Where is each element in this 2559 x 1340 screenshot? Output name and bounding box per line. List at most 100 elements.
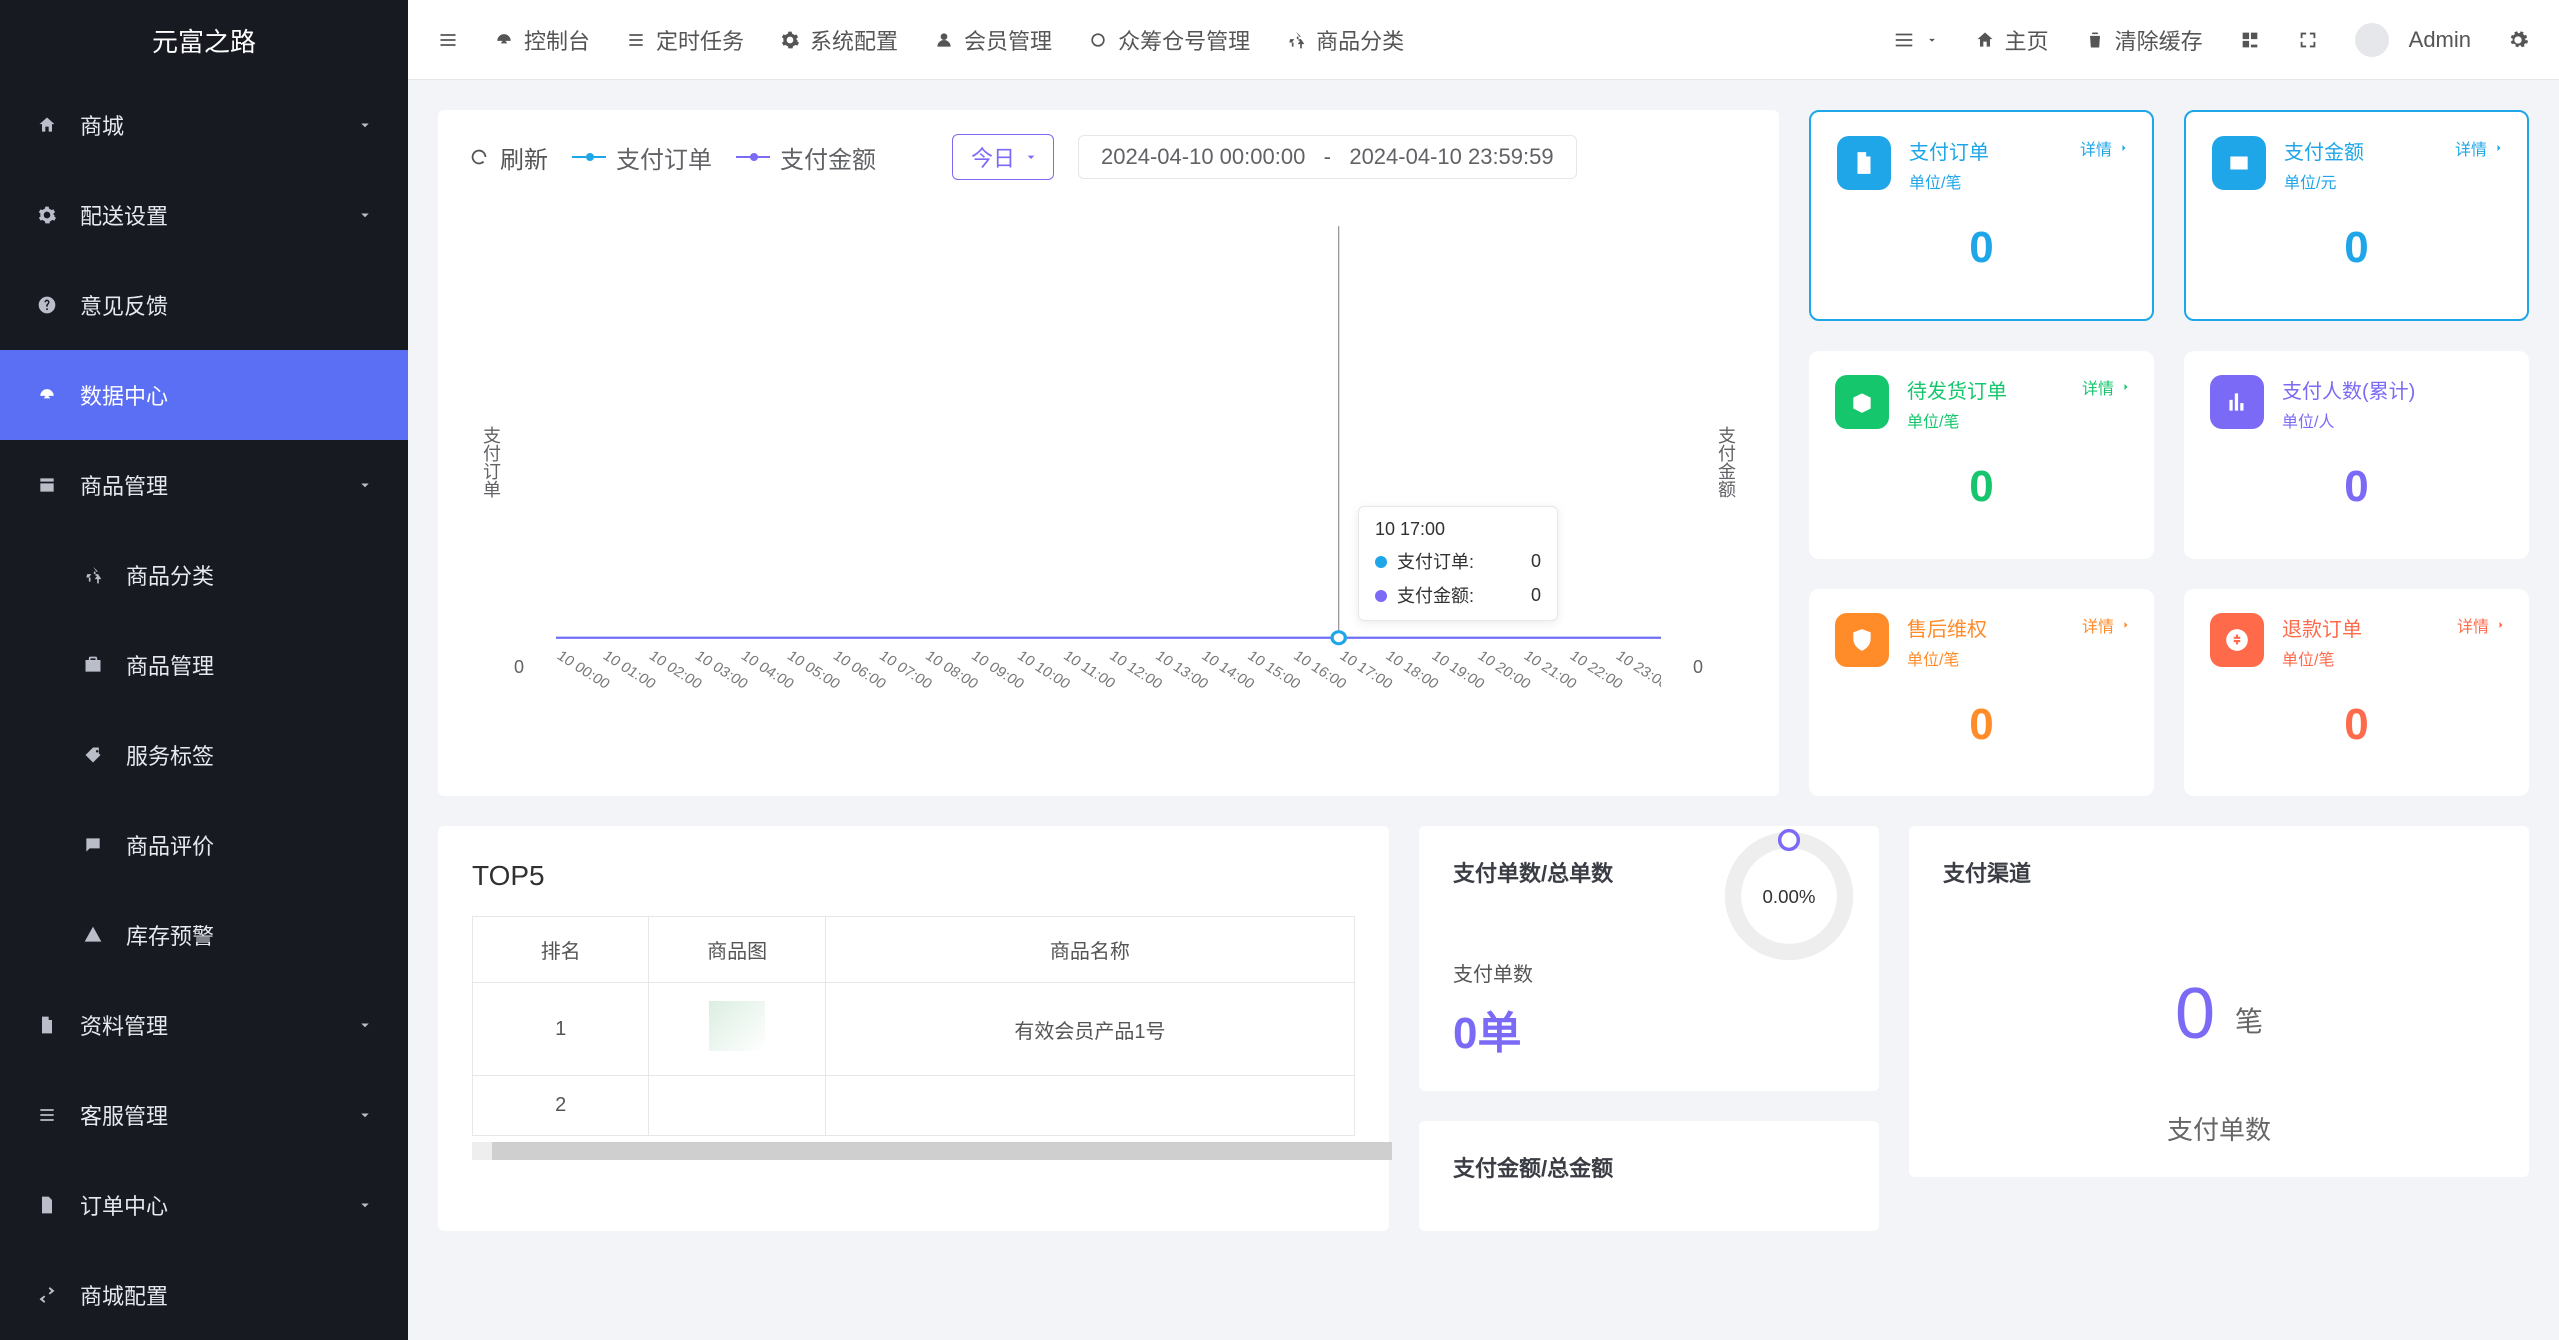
dot-icon [1375, 556, 1387, 568]
ratio-value: 0单 [1453, 997, 1845, 1061]
list-icon [626, 30, 646, 50]
user-icon [934, 30, 954, 50]
chevron-down-icon [1023, 149, 1039, 165]
bar-icon [2210, 375, 2264, 429]
chart-plot[interactable]: 支付订单 支付金额 0 0 10 00:0010 01:0010 02:0010… [468, 186, 1749, 786]
sidebar-item-1[interactable]: 配送设置 [0, 170, 408, 260]
sidebar-item-label: 商品管理 [80, 469, 168, 501]
topbar-icon-fullscreen[interactable] [2279, 0, 2337, 80]
sidebar-item-3[interactable]: 数据中心 [0, 350, 408, 440]
sidebar-item-8[interactable]: 商品评价 [0, 800, 408, 890]
stat-value: 0 [2210, 700, 2503, 750]
topbar-icon-settings[interactable] [2489, 0, 2547, 80]
topnav-item-1[interactable]: 控制台 [476, 0, 608, 80]
svg-text:0.00%: 0.00% [1763, 886, 1816, 907]
chart-toolbar: 刷新 支付订单 支付金额 今日 [468, 134, 1749, 180]
sidebar-item-4[interactable]: 商品管理 [0, 440, 408, 530]
stat-card-4: 售后维权单位/笔详情 0 [1809, 589, 2154, 796]
suit-icon [80, 655, 106, 675]
y-axis-right-tick: 0 [1693, 657, 1703, 678]
stat-value: 0 [1835, 700, 2128, 750]
stat-value: 0 [1837, 223, 2126, 273]
y-axis-right-label: 支付金额 [1713, 426, 1739, 498]
table-row[interactable]: 2 [473, 1076, 1355, 1136]
ratio-title: 支付金额/总金额 [1453, 1151, 1845, 1183]
sidebar-item-0[interactable]: 商城 [0, 80, 408, 170]
chevron-down-icon [356, 206, 374, 224]
top5-col-0: 排名 [473, 917, 649, 983]
sidebar-item-label: 资料管理 [80, 1009, 168, 1041]
topnav-item-3[interactable]: 系统配置 [762, 0, 916, 80]
file-icon [34, 1195, 60, 1215]
legend-pay-amount[interactable]: 支付金额 [736, 140, 876, 175]
chart-tooltip: 10 17:00 支付订单: 0 支付金额: 0 [1358, 506, 1558, 621]
content-scroll[interactable]: 刷新 支付订单 支付金额 今日 [408, 80, 2559, 1340]
stat-detail-link[interactable]: 详情 [2457, 613, 2507, 637]
chat-icon [80, 835, 106, 855]
topnav-item-6[interactable]: 商品分类 [1268, 0, 1422, 80]
ratio-orders-card: 支付单数/总单数 0.00% 支付单数 0单 [1419, 826, 1879, 1091]
topnav-item-4[interactable]: 会员管理 [916, 0, 1070, 80]
stat-card-2: 待发货订单单位/笔详情 0 [1809, 351, 2154, 558]
sidebar-item-label: 订单中心 [80, 1189, 168, 1221]
topnav-item-5[interactable]: 众筹仓号管理 [1070, 0, 1268, 80]
sidebar: 元富之路 商城配送设置意见反馈数据中心商品管理商品分类商品管理服务标签商品评价库… [0, 0, 408, 1340]
cog-icon [780, 30, 800, 50]
chevron-down-icon [356, 1016, 374, 1034]
top5-col-1: 商品图 [649, 917, 825, 983]
sidebar-item-6[interactable]: 商品管理 [0, 620, 408, 710]
user-menu[interactable]: Admin [2337, 0, 2489, 80]
topnav-item-2[interactable]: 定时任务 [608, 0, 762, 80]
menu-dropdown[interactable] [1875, 0, 1957, 80]
topnav-item-0[interactable] [420, 0, 476, 80]
chevron-down-icon [356, 476, 374, 494]
channel-value: 0 [2175, 978, 2215, 1050]
chevron-down-icon [356, 1196, 374, 1214]
cog-icon [34, 205, 60, 225]
stat-detail-link[interactable]: 详情 [2082, 375, 2132, 399]
table-h-scrollbar[interactable] [472, 1142, 1355, 1160]
sidebar-item-13[interactable]: 商城配置 [0, 1250, 408, 1340]
stat-detail-link[interactable]: 详情 [2455, 136, 2505, 160]
topright-item-1[interactable]: 清除缓存 [2067, 0, 2221, 80]
tree-icon [80, 565, 106, 585]
sidebar-item-7[interactable]: 服务标签 [0, 710, 408, 800]
topbar: 控制台定时任务系统配置会员管理众筹仓号管理商品分类 主页清除缓存 Admin [408, 0, 2559, 80]
sidebar-item-9[interactable]: 库存预警 [0, 890, 408, 980]
pkg-icon [1835, 375, 1889, 429]
stat-detail-link[interactable]: 详情 [2080, 136, 2130, 160]
stat-card-5: 退款订单单位/笔详情 0 [2184, 589, 2529, 796]
date-range-picker[interactable]: 2024-04-10 00:00:00 - 2024-04-10 23:59:5… [1078, 135, 1577, 179]
channel-unit: 笔 [2235, 1000, 2263, 1040]
home-icon [34, 115, 60, 135]
table-row[interactable]: 1有效会员产品1号 [473, 983, 1355, 1076]
stat-card-1: 支付金额单位/元详情 0 [2184, 110, 2529, 321]
legend-swatch-icon [572, 156, 606, 158]
stat-value: 0 [2212, 223, 2501, 273]
sidebar-item-label: 客服管理 [80, 1099, 168, 1131]
stat-detail-link[interactable]: 详情 [2082, 613, 2132, 637]
sidebar-item-label: 服务标签 [126, 739, 214, 771]
dash-icon [494, 30, 514, 50]
ratio-amount-card: 支付金额/总金额 [1419, 1121, 1879, 1231]
help-icon [34, 295, 60, 315]
sidebar-item-12[interactable]: 订单中心 [0, 1160, 408, 1250]
y-axis-left-label: 支付订单 [478, 426, 504, 498]
sidebar-item-label: 商城配置 [80, 1279, 168, 1311]
topright-item-0[interactable]: 主页 [1957, 0, 2067, 80]
sidebar-item-5[interactable]: 商品分类 [0, 530, 408, 620]
topbar-icon-link[interactable] [2221, 0, 2279, 80]
top5-title: TOP5 [472, 860, 1355, 892]
refresh-button[interactable]: 刷新 [468, 140, 548, 175]
sidebar-item-11[interactable]: 客服管理 [0, 1070, 408, 1160]
sidebar-item-label: 商城 [80, 109, 124, 141]
chart-card: 刷新 支付订单 支付金额 今日 [438, 110, 1779, 796]
sidebar-item-2[interactable]: 意见反馈 [0, 260, 408, 350]
tooltip-time: 10 17:00 [1375, 519, 1541, 540]
avatar-icon [2355, 23, 2389, 57]
legend-pay-orders[interactable]: 支付订单 [572, 140, 712, 175]
sidebar-item-label: 意见反馈 [80, 289, 168, 321]
sidebar-item-10[interactable]: 资料管理 [0, 980, 408, 1070]
circle-icon [1088, 30, 1108, 50]
date-preset-select[interactable]: 今日 [952, 134, 1054, 180]
